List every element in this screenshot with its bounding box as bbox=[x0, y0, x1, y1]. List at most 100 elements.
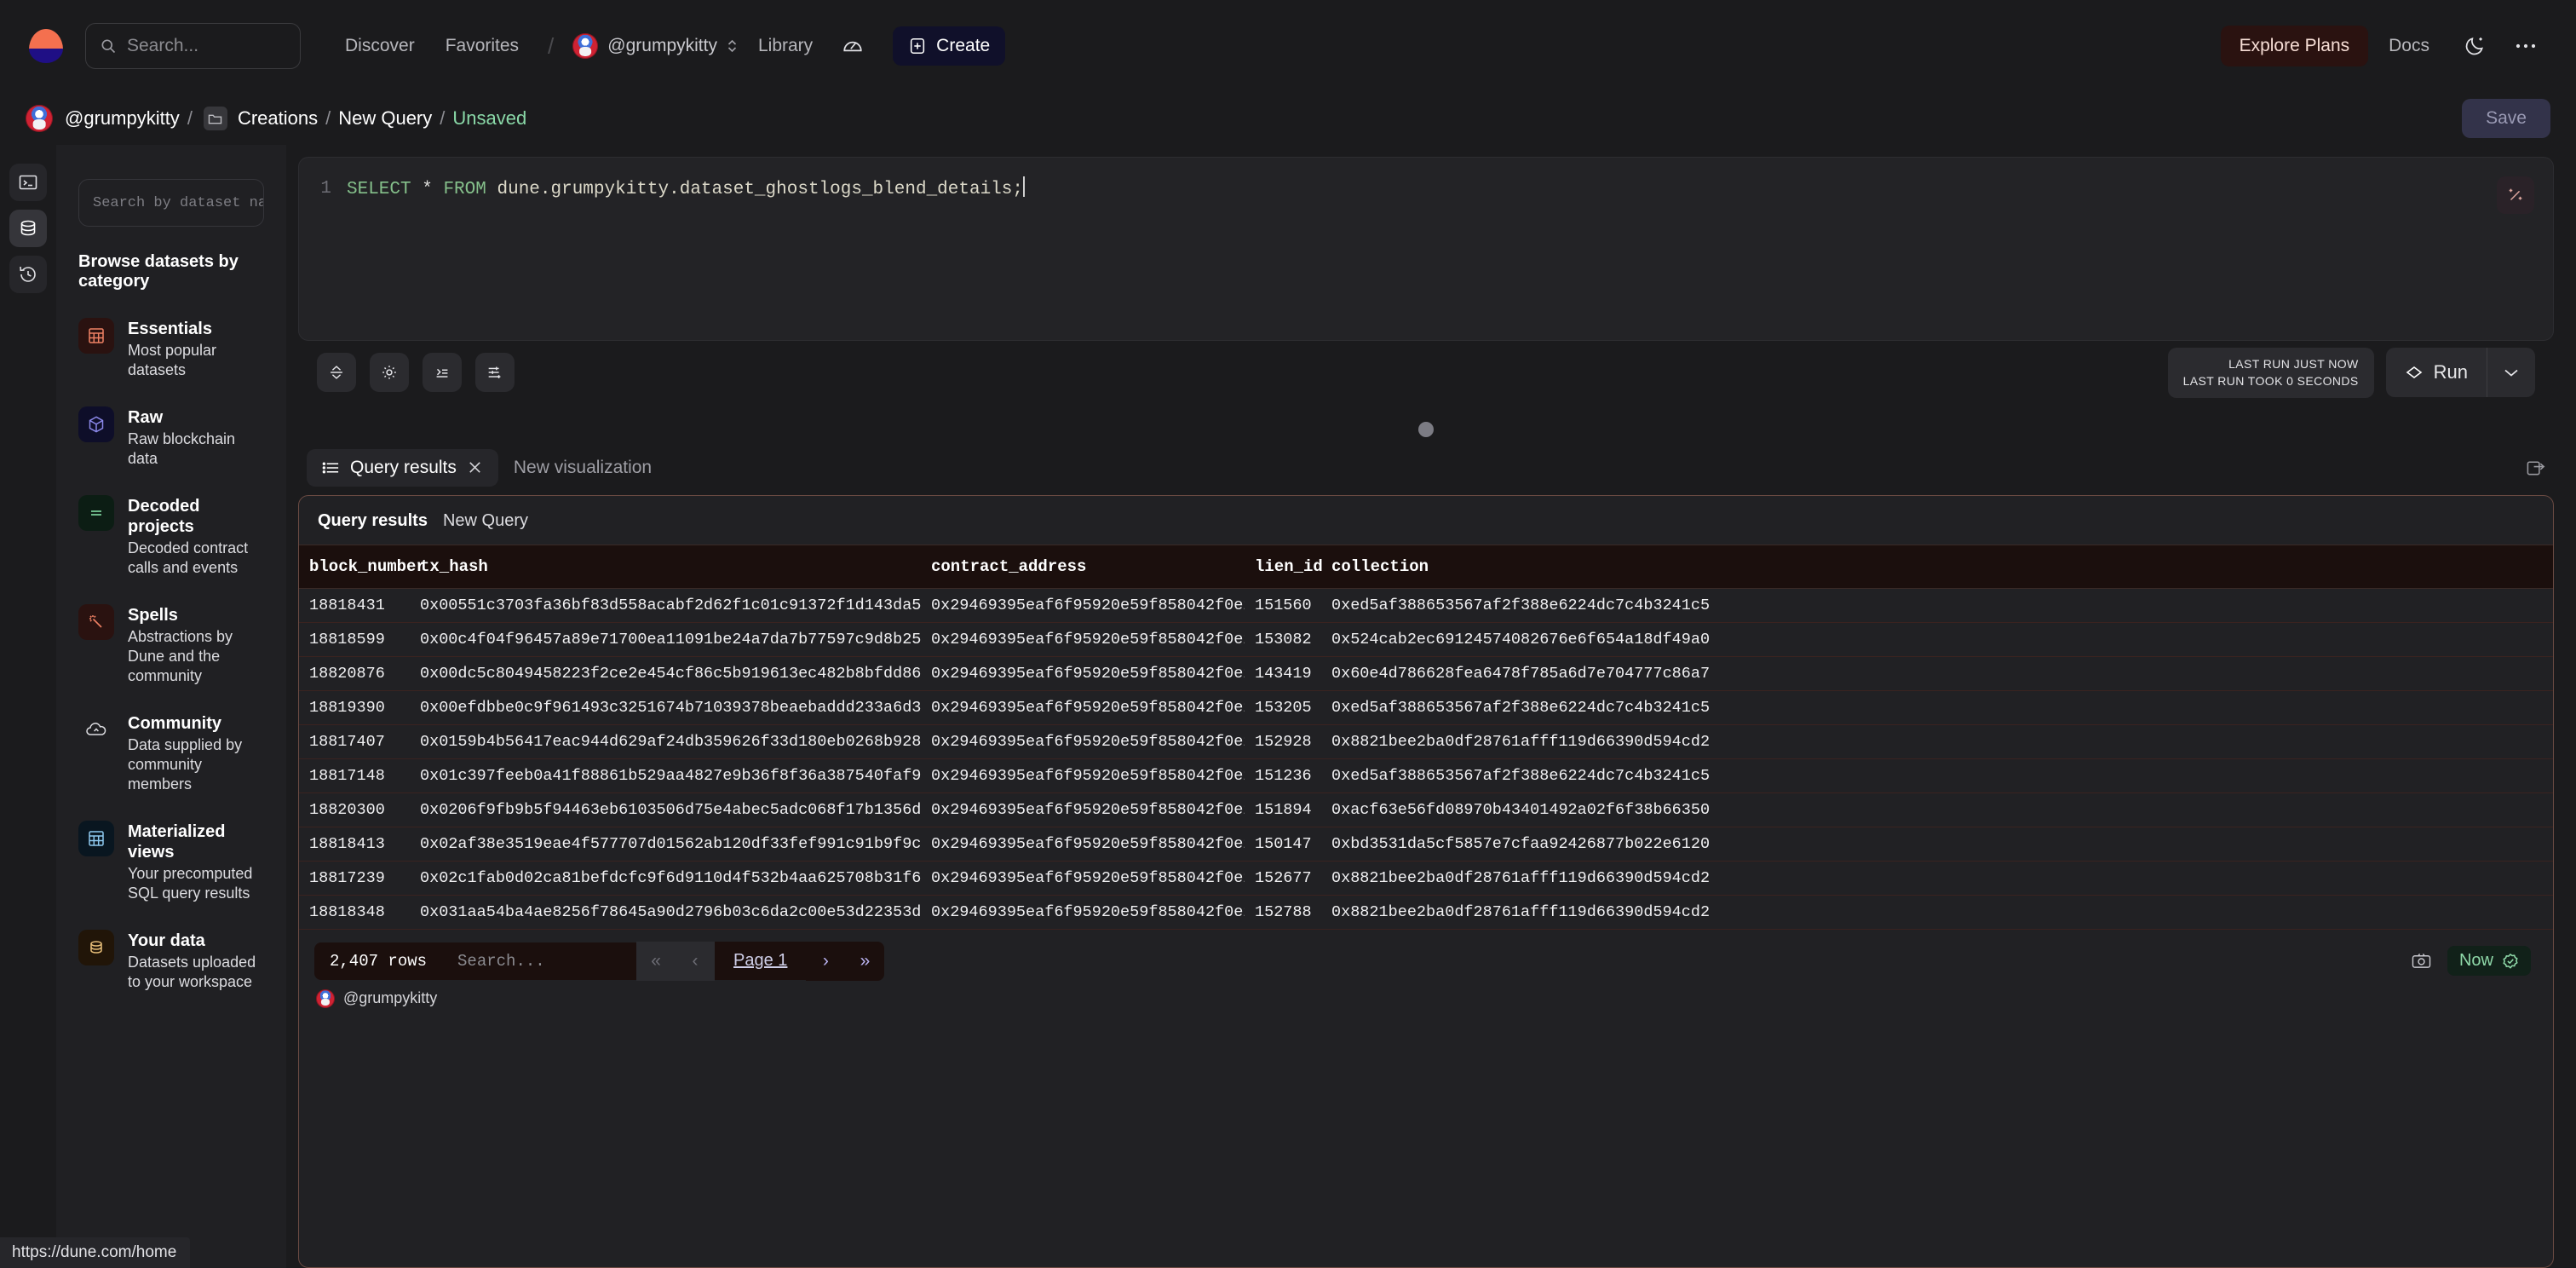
settings-button[interactable] bbox=[370, 353, 409, 392]
rail-item-datasets[interactable] bbox=[9, 210, 47, 247]
more-options-icon[interactable] bbox=[2504, 42, 2547, 50]
line-number: 1 bbox=[299, 176, 347, 203]
breadcrumb-user[interactable]: @grumpykitty bbox=[65, 107, 180, 130]
column-header-lien-id[interactable]: lien_id bbox=[1245, 545, 1321, 588]
last-run-info: LAST RUN JUST NOW LAST RUN TOOK 0 SECOND… bbox=[2168, 348, 2374, 398]
sidebar-item-label: Raw bbox=[128, 407, 264, 428]
tab-query-results[interactable]: Query results bbox=[307, 449, 498, 487]
pagination-next-button[interactable]: › bbox=[806, 942, 845, 981]
sidebar-item-desc: Abstractions by Dune and the community bbox=[128, 627, 264, 686]
table-row[interactable]: 188172390x02c1fab0d02ca81befdcfc9f6d9110… bbox=[299, 861, 2553, 895]
folder-icon[interactable] bbox=[204, 107, 227, 130]
column-header-block-number[interactable]: block_number bbox=[299, 545, 410, 588]
breadcrumb-query-name[interactable]: New Query bbox=[338, 107, 432, 130]
column-header-contract-address[interactable]: contract_address bbox=[921, 545, 1245, 588]
table-row[interactable]: 188174070x0159b4b56417eac944d629af24db35… bbox=[299, 724, 2553, 758]
pagination-prev-button[interactable]: ‹ bbox=[676, 942, 715, 981]
query-results-card: Query results New Query block_number tx_… bbox=[298, 495, 2554, 1268]
nav-library[interactable]: Library bbox=[743, 36, 828, 56]
query-parameters-button[interactable] bbox=[475, 353, 515, 392]
plus-square-icon bbox=[908, 37, 927, 55]
sidebar-item-materialized-views[interactable]: Materialized views Your precomputed SQL … bbox=[78, 821, 264, 903]
speedometer-icon[interactable] bbox=[828, 35, 877, 57]
pagination-first-button[interactable]: « bbox=[636, 942, 676, 981]
explore-plans-button[interactable]: Explore Plans bbox=[2221, 26, 2369, 66]
sidebar-item-essentials[interactable]: Essentials Most popular datasets bbox=[78, 318, 264, 380]
panel-resize-handle[interactable] bbox=[1418, 422, 1434, 437]
cell-lien-id: 152788 bbox=[1245, 895, 1321, 929]
global-search-input[interactable]: Search... bbox=[85, 23, 301, 69]
breadcrumb-folder[interactable]: Creations bbox=[238, 107, 318, 130]
results-header-title: Query results bbox=[318, 511, 428, 531]
nav-favorites[interactable]: Favorites bbox=[430, 36, 534, 56]
sidebar-item-community[interactable]: Community Data supplied by community mem… bbox=[78, 712, 264, 794]
table-row[interactable]: 188193900x00efdbbe0c9f961493c3251674b710… bbox=[299, 690, 2553, 724]
sql-keyword-from: FROM bbox=[443, 180, 486, 199]
sidebar-item-decoded-projects[interactable]: Decoded projects Decoded contract calls … bbox=[78, 495, 264, 578]
run-button[interactable]: Run bbox=[2386, 348, 2487, 397]
owner-handle[interactable]: @grumpykitty bbox=[343, 989, 437, 1007]
sidebar-item-your-data[interactable]: Your data Datasets uploaded to your work… bbox=[78, 930, 264, 992]
table-search-input[interactable]: Search... bbox=[442, 942, 636, 980]
save-button[interactable]: Save bbox=[2462, 99, 2550, 138]
expand-collapse-button[interactable] bbox=[317, 353, 356, 392]
cell-block-number: 18818348 bbox=[299, 895, 410, 929]
moon-theme-icon[interactable] bbox=[2450, 35, 2499, 57]
tab-new-visualization[interactable]: New visualization bbox=[498, 449, 667, 487]
dataset-search-input[interactable]: Search by dataset name, contra bbox=[78, 179, 264, 227]
results-export-button[interactable] bbox=[2526, 458, 2554, 477]
table-row[interactable]: 188208760x00dc5c8049458223f2ce2e454cf86c… bbox=[299, 656, 2553, 690]
row-count: 2,407 rows bbox=[314, 942, 442, 980]
sidebar-item-desc: Your precomputed SQL query results bbox=[128, 864, 264, 903]
sidebar-item-raw[interactable]: Raw Raw blockchain data bbox=[78, 406, 264, 469]
nav-docs[interactable]: Docs bbox=[2373, 36, 2445, 56]
sidebar-item-label: Community bbox=[128, 713, 264, 734]
cell-collection: 0x524cab2ec69124574082676e6f654a18df49a0 bbox=[1321, 622, 2553, 656]
pagination-current-page[interactable]: Page 1 bbox=[715, 942, 806, 980]
table-row[interactable]: 188171480x01c397feeb0a41f88861b529aa4827… bbox=[299, 758, 2553, 792]
database-icon bbox=[18, 218, 38, 239]
cell-lien-id: 151560 bbox=[1245, 588, 1321, 622]
format-sql-button[interactable] bbox=[423, 353, 462, 392]
breadcrumb-sep-1: / bbox=[187, 107, 193, 130]
cell-collection: 0x8821bee2ba0df28761afff119d66390d594cd2 bbox=[1321, 861, 2553, 895]
user-workspace-switcher[interactable]: @grumpykitty bbox=[567, 33, 743, 59]
cell-lien-id: 151894 bbox=[1245, 792, 1321, 827]
cell-tx-hash: 0x01c397feeb0a41f88861b529aa4827e9b36f8f… bbox=[410, 758, 921, 792]
run-options-button[interactable] bbox=[2487, 348, 2535, 397]
cell-contract-address: 0x29469395eaf6f95920e59f858042f0e28d98a2… bbox=[921, 792, 1245, 827]
table-row[interactable]: 188183480x031aa54ba4ae8256f78645a90d2796… bbox=[299, 895, 2553, 929]
cell-tx-hash: 0x031aa54ba4ae8256f78645a90d2796b03c6da2… bbox=[410, 895, 921, 929]
cell-contract-address: 0x29469395eaf6f95920e59f858042f0e28d98a2… bbox=[921, 861, 1245, 895]
close-icon[interactable] bbox=[467, 459, 483, 476]
column-header-collection[interactable]: collection bbox=[1321, 545, 2553, 588]
sidebar-item-label: Spells bbox=[128, 605, 264, 625]
logo-bottom-half bbox=[29, 49, 63, 63]
ai-assist-button[interactable] bbox=[2497, 176, 2534, 214]
rail-item-history[interactable] bbox=[9, 256, 47, 293]
lines-icon bbox=[78, 495, 114, 531]
cell-collection: 0x60e4d786628fea6478f785a6d7e704777c86a7 bbox=[1321, 656, 2553, 690]
nav-discover[interactable]: Discover bbox=[330, 36, 430, 56]
cell-contract-address: 0x29469395eaf6f95920e59f858042f0e28d98a2… bbox=[921, 758, 1245, 792]
table-row[interactable]: 188185990x00c4f04f96457a89e71700ea11091b… bbox=[299, 622, 2553, 656]
breadcrumb-sep-2: / bbox=[325, 107, 331, 130]
rail-item-editor[interactable] bbox=[9, 164, 47, 201]
sidebar-item-desc: Most popular datasets bbox=[128, 341, 264, 380]
pagination-last-button[interactable]: » bbox=[845, 942, 884, 981]
results-table-scroll[interactable]: block_number tx_hash contract_address li… bbox=[299, 545, 2553, 930]
export-icon bbox=[2526, 458, 2547, 477]
camera-icon[interactable] bbox=[2411, 952, 2432, 970]
sidebar-item-spells[interactable]: Spells Abstractions by Dune and the comm… bbox=[78, 604, 264, 686]
cell-contract-address: 0x29469395eaf6f95920e59f858042f0e28d98a2… bbox=[921, 588, 1245, 622]
column-header-tx-hash[interactable]: tx_hash bbox=[410, 545, 921, 588]
cell-tx-hash: 0x00c4f04f96457a89e71700ea11091be24a7da7… bbox=[410, 622, 921, 656]
table-row[interactable]: 188184130x02af38e3519eae4f577707d01562ab… bbox=[299, 827, 2553, 861]
sidebar-item-label: Essentials bbox=[128, 319, 264, 339]
sql-code-area[interactable]: 1 SELECT * FROM dune.grumpykitty.dataset… bbox=[299, 158, 2553, 340]
create-button[interactable]: Create bbox=[893, 26, 1005, 66]
dune-logo[interactable] bbox=[29, 29, 63, 63]
cell-lien-id: 153082 bbox=[1245, 622, 1321, 656]
table-row[interactable]: 188184310x00551c3703fa36bf83d558acabf2d6… bbox=[299, 588, 2553, 622]
table-row[interactable]: 188203000x0206f9fb9b5f94463eb6103506d75e… bbox=[299, 792, 2553, 827]
